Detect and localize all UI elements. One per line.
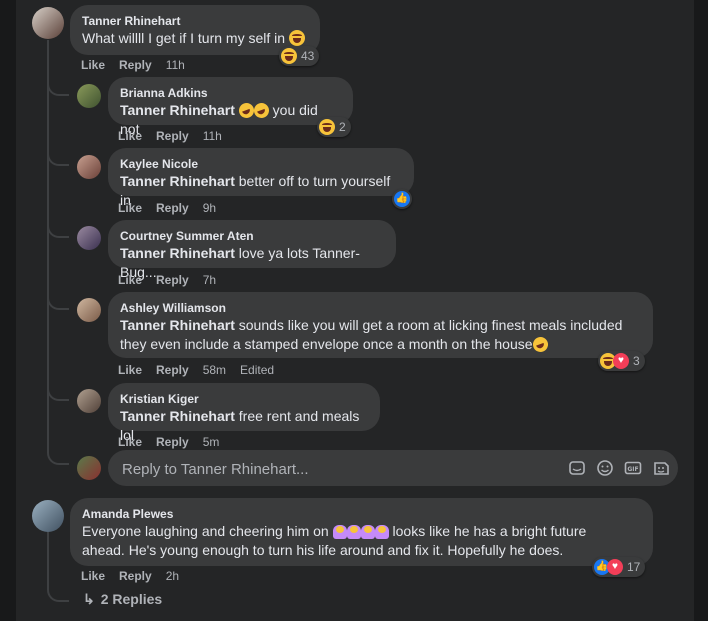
like-button[interactable]: Like bbox=[118, 362, 142, 378]
reply-button[interactable]: Reply bbox=[156, 362, 189, 378]
facepalm-emoji-icon bbox=[374, 525, 389, 539]
mention-link[interactable]: Tanner Rhinehart bbox=[120, 408, 235, 424]
reaction-count: 3 bbox=[633, 354, 640, 368]
comment-actions: Like Reply 7h bbox=[118, 272, 230, 288]
reaction-count: 2 bbox=[339, 120, 346, 134]
timestamp[interactable]: 9h bbox=[203, 200, 216, 216]
facepalm-emoji-icon bbox=[346, 525, 361, 539]
comment-actions: Like Reply 5m bbox=[118, 434, 233, 450]
comment-bubble: Kristian Kiger Tanner Rhinehart free ren… bbox=[108, 383, 380, 443]
avatar[interactable] bbox=[77, 298, 101, 322]
timestamp[interactable]: 7h bbox=[203, 272, 216, 288]
facepalm-emoji-icon bbox=[360, 525, 375, 539]
comment-actions: Like Reply 11h bbox=[81, 57, 199, 73]
view-replies-link[interactable]: ↳ 2 Replies bbox=[83, 591, 162, 608]
reply-button[interactable]: Reply bbox=[156, 200, 189, 216]
love-emoji-icon: ♥ bbox=[607, 559, 623, 575]
reaction-summary[interactable]: 👍 ♥ 17 bbox=[592, 557, 646, 577]
current-user-avatar[interactable] bbox=[77, 456, 101, 480]
scroll-rail[interactable] bbox=[694, 0, 708, 621]
avatar[interactable] bbox=[77, 389, 101, 413]
timestamp[interactable]: 2h bbox=[166, 568, 179, 584]
emoji-icon[interactable] bbox=[596, 459, 614, 477]
mention-link[interactable]: Tanner Rhinehart bbox=[120, 173, 235, 189]
edited-label: Edited bbox=[240, 363, 275, 377]
reply-button[interactable]: Reply bbox=[156, 434, 189, 450]
like-emoji-icon: 👍 bbox=[394, 191, 410, 207]
avatar[interactable] bbox=[32, 7, 64, 39]
mention-link[interactable]: Tanner Rhinehart bbox=[120, 102, 235, 118]
thread-line bbox=[47, 532, 49, 587]
reply-input[interactable] bbox=[120, 450, 544, 488]
svg-text:GIF: GIF bbox=[627, 466, 638, 473]
haha-emoji-icon bbox=[281, 48, 297, 64]
comment-author[interactable]: Tanner Rhinehart bbox=[82, 13, 308, 29]
haha-emoji-icon bbox=[319, 119, 335, 135]
comment-actions: Like Reply 58m Edited bbox=[118, 362, 288, 378]
facepalm-emoji-icon bbox=[332, 525, 347, 539]
sticker-icon[interactable] bbox=[568, 459, 586, 477]
reaction-count: 43 bbox=[301, 49, 315, 63]
comment-author[interactable]: Brianna Adkins bbox=[120, 85, 341, 101]
comment-bubble: Kaylee Nicole Tanner Rhinehart better of… bbox=[108, 148, 414, 208]
timestamp[interactable]: 11h bbox=[166, 57, 185, 73]
haha-emoji-icon bbox=[288, 30, 305, 46]
comment-text-line1: Everyone laughing and cheering him on lo… bbox=[82, 523, 587, 539]
like-button[interactable]: Like bbox=[118, 128, 142, 144]
comment-author[interactable]: Ashley Williamson bbox=[120, 300, 641, 316]
reply-button[interactable]: Reply bbox=[119, 57, 152, 73]
comment-text-line1: Tanner Rhinehart sounds like you will ge… bbox=[120, 317, 623, 333]
like-button[interactable]: Like bbox=[81, 568, 105, 584]
reply-button[interactable]: Reply bbox=[119, 568, 152, 584]
like-button[interactable]: Like bbox=[118, 200, 142, 216]
reply-box: GIF bbox=[108, 450, 678, 488]
timestamp[interactable]: 5m bbox=[203, 434, 220, 450]
like-button[interactable]: Like bbox=[81, 57, 105, 73]
comment-actions: Like Reply 11h bbox=[118, 128, 236, 144]
like-button[interactable]: Like bbox=[118, 272, 142, 288]
timestamp[interactable]: 11h bbox=[203, 128, 222, 144]
reaction-summary[interactable]: 2 bbox=[317, 117, 351, 137]
comment-author[interactable]: Amanda Plewes bbox=[82, 506, 641, 522]
avatar[interactable] bbox=[32, 500, 64, 532]
comment-author[interactable]: Kristian Kiger bbox=[120, 391, 368, 407]
comment-actions: Like Reply 2h bbox=[81, 568, 193, 584]
comment-bubble: Brianna Adkins Tanner Rhinehart you did … bbox=[108, 77, 353, 137]
reaction-summary[interactable]: 👍 bbox=[392, 189, 412, 209]
mention-link[interactable]: Tanner Rhinehart bbox=[120, 245, 235, 261]
comment-text-line2: ahead. He's young enough to turn his lif… bbox=[82, 542, 564, 558]
reaction-summary[interactable]: ♥ 3 bbox=[598, 351, 645, 371]
mention-link[interactable]: Tanner Rhinehart bbox=[120, 317, 235, 333]
comment-author[interactable]: Kaylee Nicole bbox=[120, 156, 402, 172]
camera-icon[interactable] bbox=[652, 459, 670, 477]
avatar[interactable] bbox=[77, 155, 101, 179]
comment-bubble: Amanda Plewes Everyone laughing and chee… bbox=[70, 498, 653, 566]
avatar[interactable] bbox=[77, 226, 101, 250]
reaction-count: 17 bbox=[627, 560, 641, 574]
comment-bubble: Courtney Summer Aten Tanner Rhinehart lo… bbox=[108, 220, 396, 280]
reply-button[interactable]: Reply bbox=[156, 128, 189, 144]
reaction-summary[interactable]: 43 bbox=[279, 46, 320, 66]
love-emoji-icon: ♥ bbox=[613, 353, 629, 369]
comment-actions: Like Reply 9h bbox=[118, 200, 230, 216]
comment-text: What willll I get if I turn my self in bbox=[82, 29, 308, 48]
comment-bubble: Ashley Williamson Tanner Rhinehart sound… bbox=[108, 292, 653, 358]
gif-icon[interactable]: GIF bbox=[624, 459, 642, 477]
comment-author[interactable]: Courtney Summer Aten bbox=[120, 228, 384, 244]
reply-arrow-icon: ↳ bbox=[83, 591, 95, 607]
like-button[interactable]: Like bbox=[118, 434, 142, 450]
reply-button[interactable]: Reply bbox=[156, 272, 189, 288]
comment-text-line2: they even include a stamped envelope onc… bbox=[120, 334, 641, 355]
rofl-emoji-icon bbox=[530, 334, 550, 355]
timestamp[interactable]: 58m bbox=[203, 362, 226, 378]
avatar[interactable] bbox=[77, 84, 101, 108]
